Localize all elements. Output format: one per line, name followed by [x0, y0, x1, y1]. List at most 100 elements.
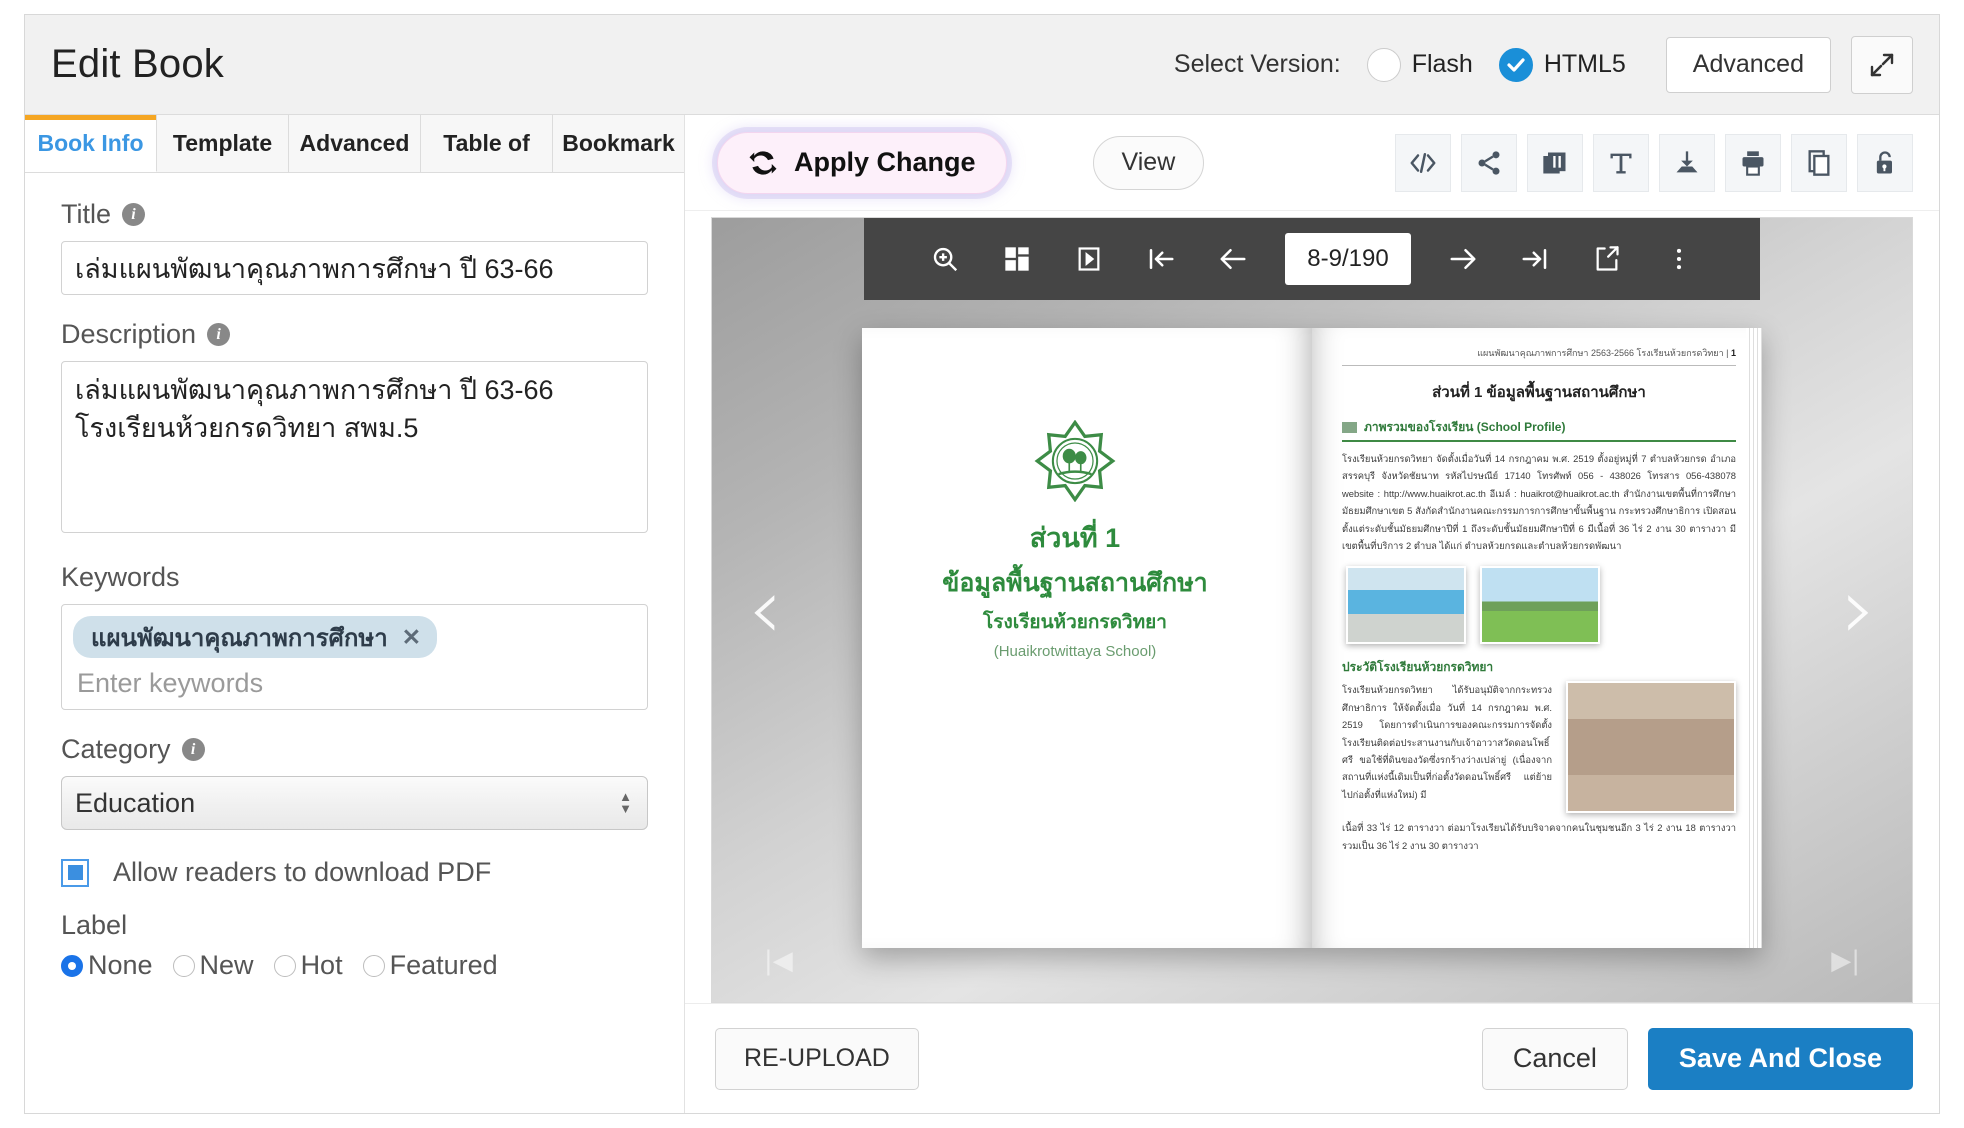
first-page-corner-icon[interactable]: |◀: [764, 946, 793, 976]
allow-download-checkbox[interactable]: [61, 858, 89, 887]
section2-body: โรงเรียนห้วยกรดวิทยา ได้รับอนุมัติจากกระ…: [1342, 684, 1552, 800]
lock-icon[interactable]: [1857, 133, 1913, 192]
tab-bookmark[interactable]: Bookmark: [553, 115, 684, 172]
version-flash-label: Flash: [1411, 50, 1473, 78]
category-field-group: Category i Education ▲ ▼: [61, 734, 648, 830]
tab-template[interactable]: Template: [157, 115, 289, 172]
tab-book-info[interactable]: Book Info: [25, 115, 157, 172]
left-page-line2: ข้อมูลพื้นฐานสถานศึกษา: [942, 569, 1208, 597]
title-label: Title i: [61, 199, 648, 230]
keywords-label: Keywords: [61, 562, 648, 593]
page-indicator[interactable]: 8-9/190: [1285, 233, 1411, 285]
footer-right: Cancel Save And Close: [1481, 1027, 1913, 1090]
info-icon[interactable]: i: [181, 738, 205, 761]
close-icon[interactable]: ✕: [402, 624, 421, 651]
school-building-icon: [1342, 422, 1357, 433]
radio-new-label: New: [199, 950, 254, 980]
radio-new-icon[interactable]: [172, 954, 195, 977]
print-icon[interactable]: [1725, 133, 1781, 192]
copy-icon[interactable]: [1791, 133, 1847, 192]
keywords-placeholder[interactable]: Enter keywords: [73, 658, 636, 707]
preview-icon-toolbar: [1395, 133, 1939, 192]
section1-body: โรงเรียนห้วยกรดวิทยา จัดตั้งเมื่อวันที่ …: [1342, 453, 1736, 551]
category-label: Category i: [61, 734, 648, 765]
last-page-corner-icon[interactable]: ▶|: [1831, 946, 1860, 976]
section2-body-cont: เนื้อที่ 33 ไร่ 12 ตารางวา ต่อมาโรงเรียน…: [1342, 822, 1736, 851]
allow-download-label: Allow readers to download PDF: [113, 857, 492, 887]
page-number: 1: [1730, 348, 1736, 358]
view-button[interactable]: View: [1092, 135, 1205, 190]
first-page-icon[interactable]: [1125, 218, 1197, 300]
dialog-header: Edit Book Select Version: Flash HTML5 Ad…: [25, 15, 1939, 115]
school-crest-icon: [1034, 419, 1116, 503]
info-icon[interactable]: i: [207, 323, 231, 346]
left-page-line1: ส่วนที่ 1: [1029, 523, 1121, 553]
next-page-icon[interactable]: [1427, 218, 1499, 300]
tab-advanced[interactable]: Advanced: [289, 115, 421, 172]
advanced-button[interactable]: Advanced: [1665, 36, 1831, 93]
dialog-footer: RE-UPLOAD Cancel Save And Close: [685, 1003, 1939, 1113]
title-field-group: Title i: [61, 199, 648, 295]
chevron-right-icon[interactable]: ›: [1842, 567, 1876, 652]
description-label: Description i: [61, 319, 648, 350]
radio-none-icon[interactable]: [61, 954, 83, 977]
radio-featured-icon[interactable]: [362, 954, 385, 977]
radio-html5-checked-icon[interactable]: [1498, 47, 1533, 82]
more-options-icon[interactable]: [1643, 218, 1715, 300]
section2-heading: ประวัติโรงเรียนห้วยกรดวิทยา: [1342, 660, 1494, 675]
dialog-body: Book Info Template Advanced Table of Boo…: [25, 115, 1939, 1113]
radio-hot-icon[interactable]: [273, 954, 296, 977]
sync-icon: [748, 148, 778, 178]
share-icon[interactable]: [1461, 133, 1517, 192]
apply-change-button[interactable]: Apply Change: [717, 131, 1007, 194]
re-upload-button[interactable]: RE-UPLOAD: [715, 1027, 919, 1090]
section-divider: [1342, 440, 1736, 442]
bookcase-icon[interactable]: [1527, 133, 1583, 192]
radio-featured-label: Featured: [389, 950, 498, 980]
book-page-right[interactable]: แผนพัฒนาคุณภาพการศึกษา 2563-2566 โรงเรีย…: [1312, 328, 1762, 948]
thumbnails-icon[interactable]: [981, 218, 1053, 300]
title-label-text: Title: [61, 199, 112, 229]
flipbook-viewer: 8-9/190 ‹ › |◀ ▶| ส่วนที่ 1 ข้อมูลพื้นฐา…: [711, 217, 1913, 1003]
download-icon[interactable]: [1659, 133, 1715, 192]
keywords-label-text: Keywords: [61, 562, 180, 592]
description-field-group: Description i เล่มแผนพัฒนาคุณภาพการศึกษา…: [61, 319, 648, 538]
last-page-icon[interactable]: [1499, 218, 1571, 300]
version-option-html5[interactable]: HTML5: [1498, 47, 1626, 82]
tab-table-of-contents[interactable]: Table of: [421, 115, 553, 172]
embed-code-icon[interactable]: [1395, 133, 1451, 192]
keyword-tag: แผนพัฒนาคุณภาพการศึกษา ✕: [73, 616, 437, 658]
section1-photos: [1346, 566, 1736, 645]
description-label-text: Description: [61, 319, 197, 349]
radio-flash-icon[interactable]: [1366, 47, 1401, 82]
school-building-photo: [1346, 566, 1466, 645]
book-info-form: Title i Description i เล่มแผนพัฒนาคุณภาพ…: [25, 173, 684, 981]
allow-download-row[interactable]: Allow readers to download PDF: [61, 857, 648, 888]
prev-page-icon[interactable]: [1197, 218, 1269, 300]
save-and-close-button[interactable]: Save And Close: [1647, 1027, 1913, 1090]
slideshow-icon[interactable]: [1053, 218, 1125, 300]
expand-icon[interactable]: [1851, 35, 1913, 94]
radio-hot-label: Hot: [300, 950, 343, 980]
category-select[interactable]: Education: [61, 776, 648, 830]
share-out-icon[interactable]: [1571, 218, 1643, 300]
book-page-left[interactable]: ส่วนที่ 1 ข้อมูลพื้นฐานสถานศึกษา โรงเรีย…: [862, 328, 1312, 948]
chevron-left-icon[interactable]: ‹: [748, 567, 782, 652]
school-class-photo: [1566, 681, 1736, 814]
version-option-flash[interactable]: Flash: [1366, 47, 1473, 82]
footer-left: RE-UPLOAD: [715, 1027, 919, 1090]
select-version-label: Select Version:: [1173, 50, 1341, 78]
text-icon[interactable]: [1593, 133, 1649, 192]
right-page-title: ส่วนที่ 1 ข้อมูลพื้นฐานสถานศึกษา: [1432, 384, 1646, 401]
info-icon[interactable]: i: [122, 203, 146, 226]
section1-heading-row: ภาพรวมของโรงเรียน (School Profile): [1342, 418, 1736, 437]
running-head-text: แผนพัฒนาคุณภาพการศึกษา 2563-2566 โรงเรีย…: [1477, 348, 1729, 358]
title-input[interactable]: [61, 241, 648, 295]
keyword-tag-label: แผนพัฒนาคุณภาพการศึกษา: [91, 624, 388, 652]
cancel-button[interactable]: Cancel: [1481, 1027, 1628, 1090]
zoom-in-icon[interactable]: [909, 218, 981, 300]
keywords-input-box[interactable]: แผนพัฒนาคุณภาพการศึกษา ✕ Enter keywords: [61, 604, 648, 710]
description-textarea[interactable]: เล่มแผนพัฒนาคุณภาพการศึกษา ปี 63-66 โรงเ…: [61, 361, 648, 533]
flipbook-toolbar: 8-9/190: [864, 218, 1760, 300]
label-group-heading: Label: [61, 910, 128, 940]
